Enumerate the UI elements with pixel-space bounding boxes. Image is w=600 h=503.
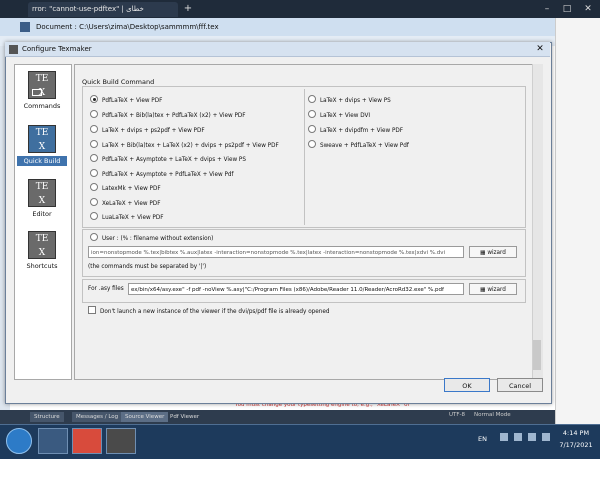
option-label: LaTeX + dvips + View PS (320, 98, 391, 104)
group-divider (304, 89, 305, 225)
asy-wizard-button[interactable]: ▦ wizard (469, 283, 517, 295)
radio-selected[interactable] (90, 95, 98, 103)
radio[interactable] (90, 140, 98, 148)
sidebar-item-label: Quick Build (17, 156, 67, 166)
option-label: LuaLaTeX + View PDF (102, 215, 164, 221)
panel-scrollbar[interactable] (532, 64, 543, 378)
option-label: LatexMk + View PDF (102, 186, 161, 192)
sidebar-item-label: Editor (32, 210, 52, 218)
option-label: User : (% : filename without extension) (102, 236, 214, 242)
option-label: LaTeX + View DVI (320, 113, 371, 119)
texmaker-title: Document : C:\Users\zima\Desktop\sammmm\… (36, 23, 219, 31)
tab-source-viewer[interactable]: Source Viewer (121, 412, 169, 422)
tex-commands-icon: TE X (28, 71, 56, 99)
option-latex-dvips-ps2pdf[interactable]: LaTeX + dvips + ps2pdf + View PDF (90, 125, 205, 137)
quick-build-label: Quick Build Command (82, 78, 155, 86)
new-tab-button[interactable]: + (182, 3, 194, 15)
ok-button[interactable]: OK (444, 378, 490, 392)
sidebar-item-shortcuts[interactable]: TE X Shortcuts (17, 228, 67, 280)
wizard-label: wizard (487, 287, 506, 293)
option-latexmk[interactable]: LatexMk + View PDF (90, 183, 161, 195)
tab-messages-log[interactable]: Messages / Log (72, 412, 123, 422)
tray-arrow-icon[interactable] (500, 433, 508, 441)
sidebar-item-quick-build[interactable]: TE X Quick Build (17, 122, 67, 174)
user-command-input[interactable]: ion=nonstopmode %.tex|bibtex %.aux|latex… (88, 246, 464, 258)
tex-shortcuts-icon: TE X (28, 231, 56, 259)
tex-editor-icon: TE X (28, 179, 56, 207)
browser-side-page (555, 18, 600, 424)
start-button[interactable] (6, 428, 32, 454)
browser-tab[interactable]: rror: "cannot-use-pdftex" | خطای (28, 2, 178, 17)
user-command-note: (the commands must be separated by '|') (88, 264, 207, 270)
checkbox[interactable] (88, 306, 96, 314)
encoding-label[interactable]: UTF-8 (449, 412, 465, 418)
chrome-taskbar-icon[interactable] (72, 428, 102, 454)
option-label: XeLaTeX + View PDF (102, 201, 161, 207)
tab-pdf-viewer[interactable]: Pdf Viewer (166, 412, 203, 422)
option-label: LaTeX + dvips + ps2pdf + View PDF (102, 128, 205, 134)
radio[interactable] (90, 110, 98, 118)
option-pdflatex-asymptote-pdf[interactable]: PdfLaTeX + Asymptote + PdfLaTeX + View P… (90, 169, 234, 181)
user-wizard-button[interactable]: ▦ wizard (469, 246, 517, 258)
sidebar-item-label: Shortcuts (26, 262, 58, 270)
option-label: PdfLaTeX + View PDF (102, 98, 163, 104)
dialog-app-icon (9, 45, 18, 54)
viewer-instance-checkbox[interactable]: Don't launch a new instance of the viewe… (88, 306, 330, 317)
checkbox-label: Don't launch a new instance of the viewe… (100, 309, 330, 315)
texmaker-app-icon (20, 22, 30, 32)
option-lualatex[interactable]: LuaLaTeX + View PDF (90, 212, 163, 224)
radio[interactable] (90, 183, 98, 191)
option-sweave[interactable]: Sweave + PdfLaTeX + View Pdf (308, 140, 409, 152)
option-xelatex[interactable]: XeLaTeX + View PDF (90, 198, 160, 210)
option-latex-dvipdfm[interactable]: LaTeX + dvipdfm + View PDF (308, 125, 403, 137)
battery-icon[interactable] (542, 433, 550, 441)
option-label: PdfLaTeX + Asymptote + PdfLaTeX + View P… (102, 172, 234, 178)
asy-label: For .asy files (88, 286, 124, 292)
wizard-label: wizard (487, 250, 506, 256)
option-label: LaTeX + dvipdfm + View PDF (320, 128, 404, 134)
option-pdflatex-bib[interactable]: PdfLaTeX + Bib(la)tex + PdfLaTeX (x2) + … (90, 110, 246, 122)
clock-date[interactable]: 7/17/2021 (556, 441, 596, 449)
radio[interactable] (90, 233, 98, 241)
radio[interactable] (308, 140, 316, 148)
texmaker-taskbar-icon[interactable] (106, 428, 136, 454)
minimize-button[interactable]: – (538, 2, 556, 16)
radio[interactable] (90, 212, 98, 220)
explorer-taskbar-icon[interactable] (38, 428, 68, 454)
network-icon[interactable] (514, 433, 522, 441)
option-latex-view-dvi[interactable]: LaTeX + View DVI (308, 110, 370, 122)
radio[interactable] (90, 154, 98, 162)
radio[interactable] (90, 169, 98, 177)
radio[interactable] (308, 110, 316, 118)
asy-command-input[interactable]: ex/bin/x64/asy.exe" -f pdf -noView %.asy… (128, 283, 464, 295)
mode-label[interactable]: Normal Mode (474, 412, 511, 418)
radio[interactable] (90, 198, 98, 206)
option-label: PdfLaTeX + Asymptote + LaTeX + dvips + V… (102, 157, 246, 163)
dialog-title: Configure Texmaker (22, 45, 92, 53)
maximize-button[interactable]: □ (558, 2, 576, 16)
radio[interactable] (308, 95, 316, 103)
option-latex-bib-dvips[interactable]: LaTeX + Bib(la)tex + LaTeX (x2) + dvips … (90, 140, 279, 152)
option-label: Sweave + PdfLaTeX + View Pdf (320, 143, 409, 149)
sidebar-item-editor[interactable]: TE X Editor (17, 176, 67, 228)
dialog-close-button[interactable]: ✕ (532, 43, 548, 55)
volume-icon[interactable] (528, 433, 536, 441)
language-indicator[interactable]: EN (478, 435, 487, 443)
radio[interactable] (308, 125, 316, 133)
radio[interactable] (90, 125, 98, 133)
option-user[interactable]: User : (% : filename without extension) (90, 233, 213, 245)
clock-time[interactable]: 4:14 PM (556, 429, 596, 437)
option-pdflatex-view-pdf[interactable]: PdfLaTeX + View PDF (90, 95, 162, 107)
scrollbar-thumb[interactable] (533, 340, 541, 370)
option-label: PdfLaTeX + Bib(la)tex + PdfLaTeX (x2) + … (102, 113, 246, 119)
sidebar-item-commands[interactable]: TE X Commands (17, 68, 67, 120)
cancel-button[interactable]: Cancel (497, 378, 543, 392)
tex-quick-build-icon: TE X (28, 125, 56, 153)
tab-structure[interactable]: Structure (30, 412, 64, 422)
close-window-button[interactable]: ✕ (579, 2, 597, 16)
option-label: LaTeX + Bib(la)tex + LaTeX (x2) + dvips … (102, 143, 279, 149)
option-pdflatex-asymptote-ps[interactable]: PdfLaTeX + Asymptote + LaTeX + dvips + V… (90, 154, 246, 166)
sidebar-item-label: Commands (23, 102, 61, 110)
option-latex-dvips-ps[interactable]: LaTeX + dvips + View PS (308, 95, 391, 107)
